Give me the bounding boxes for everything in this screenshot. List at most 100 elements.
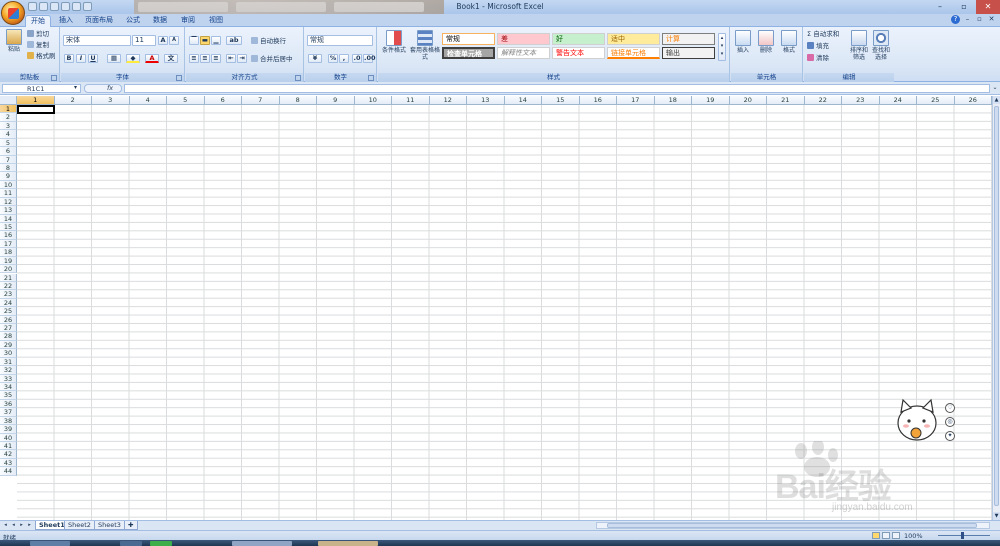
style-warning[interactable]: 警告文本: [552, 47, 605, 59]
row-header[interactable]: 6: [0, 147, 17, 156]
column-header[interactable]: 10: [354, 96, 392, 105]
align-right-button[interactable]: ≡: [211, 54, 221, 63]
row-header[interactable]: 36: [0, 399, 17, 409]
column-header[interactable]: 5: [167, 96, 205, 105]
italic-button[interactable]: I: [76, 54, 86, 63]
column-header[interactable]: 11: [392, 96, 430, 105]
column-header[interactable]: 24: [879, 96, 917, 105]
column-header[interactable]: 15: [542, 96, 580, 105]
row-header[interactable]: 39: [0, 425, 17, 434]
ribbon-minimize-icon[interactable]: –: [963, 15, 972, 24]
last-sheet-icon[interactable]: ▸: [26, 522, 33, 529]
column-header[interactable]: 23: [842, 96, 880, 105]
sticker-chat-icon[interactable]: ◎: [945, 417, 955, 427]
name-box[interactable]: R1C1: [2, 84, 81, 93]
column-header[interactable]: 26: [954, 96, 992, 105]
style-linked-cell[interactable]: 链接单元格: [607, 47, 660, 59]
phonetic-button[interactable]: 文: [164, 54, 178, 63]
column-header[interactable]: 12: [429, 96, 467, 105]
align-center-button[interactable]: ≡: [200, 54, 210, 63]
column-header[interactable]: 22: [804, 96, 842, 105]
fill-button[interactable]: 填充: [807, 42, 829, 51]
currency-button[interactable]: ¥: [308, 54, 322, 63]
name-box-dropdown-icon[interactable]: ▾: [74, 84, 77, 92]
row-header[interactable]: 29: [0, 340, 17, 350]
conditional-format-button[interactable]: 条件格式: [379, 30, 409, 54]
font-name-select[interactable]: 宋体: [63, 35, 131, 46]
insert-sheet-button[interactable]: ✚: [124, 521, 138, 530]
tab-page-layout[interactable]: 页面布局: [80, 15, 118, 27]
paste-button[interactable]: 粘贴: [2, 29, 26, 53]
tab-data[interactable]: 数据: [148, 15, 172, 27]
sheet-tab-3[interactable]: Sheet3: [94, 521, 125, 530]
align-left-button[interactable]: ≡: [189, 54, 199, 63]
styles-more-button[interactable]: ▴ ▾ ▾: [718, 33, 726, 61]
tab-formulas[interactable]: 公式: [121, 15, 145, 27]
row-header[interactable]: 27: [0, 324, 17, 333]
row-header[interactable]: 11: [0, 189, 17, 198]
comma-button[interactable]: ,: [339, 54, 349, 63]
column-header[interactable]: 19: [692, 96, 730, 105]
help-icon[interactable]: ?: [951, 15, 960, 24]
column-header[interactable]: 21: [767, 96, 805, 105]
ribbon-restore-icon[interactable]: ▫: [975, 15, 984, 24]
style-good[interactable]: 好: [552, 33, 605, 45]
column-header[interactable]: 9: [317, 96, 355, 105]
border-button[interactable]: ▦: [107, 54, 121, 63]
style-normal[interactable]: 常规: [442, 33, 495, 45]
horizontal-scrollbar[interactable]: [596, 522, 990, 529]
row-header[interactable]: 40: [0, 433, 17, 442]
column-header[interactable]: 7: [242, 96, 280, 105]
row-header[interactable]: 12: [0, 197, 17, 207]
column-header[interactable]: 1: [17, 96, 55, 105]
underline-button[interactable]: U: [88, 54, 98, 63]
decrease-decimal-button[interactable]: .00: [363, 54, 376, 63]
tab-view[interactable]: 视图: [204, 15, 228, 27]
select-all-corner[interactable]: [0, 96, 17, 105]
sort-filter-button[interactable]: 排序和筛选: [848, 30, 870, 61]
wrap-text-button[interactable]: 自动换行: [251, 37, 286, 46]
row-header[interactable]: 20: [0, 265, 17, 274]
sticker-share-icon[interactable]: ✦: [945, 431, 955, 441]
column-header[interactable]: 6: [204, 96, 242, 105]
row-header[interactable]: 19: [0, 256, 17, 266]
row-header[interactable]: 5: [0, 138, 17, 148]
increase-indent-button[interactable]: ⇥: [237, 54, 247, 63]
row-header[interactable]: 32: [0, 366, 17, 375]
tab-insert[interactable]: 插入: [54, 15, 78, 27]
row-header[interactable]: 9: [0, 172, 17, 181]
delete-cells-button[interactable]: 删除: [754, 30, 778, 54]
column-header[interactable]: 4: [129, 96, 167, 105]
row-header[interactable]: 22: [0, 281, 17, 291]
maximize-icon[interactable]: ▫: [952, 0, 976, 14]
cut-button[interactable]: 剪切: [27, 30, 49, 39]
column-header[interactable]: 16: [579, 96, 617, 105]
align-bottom-button[interactable]: ▁: [211, 36, 221, 45]
zoom-level[interactable]: 100%: [904, 532, 923, 540]
formula-input[interactable]: [124, 84, 990, 93]
row-header[interactable]: 28: [0, 332, 17, 341]
row-header[interactable]: 21: [0, 273, 17, 282]
find-select-button[interactable]: 查找和选择: [870, 30, 892, 61]
workbook-close-icon[interactable]: ✕: [987, 15, 996, 24]
shrink-font-button[interactable]: A: [169, 36, 179, 45]
number-format-select[interactable]: 常规: [307, 35, 373, 46]
style-explanatory[interactable]: 解释性文本: [497, 47, 550, 59]
row-header[interactable]: 17: [0, 239, 17, 249]
fill-color-button[interactable]: ◆: [126, 54, 140, 63]
clear-button[interactable]: 清除: [807, 54, 829, 63]
sheet-tab-2[interactable]: Sheet2: [64, 521, 95, 530]
row-header[interactable]: 38: [0, 416, 17, 426]
first-sheet-icon[interactable]: ◂: [2, 522, 9, 529]
row-header[interactable]: 10: [0, 180, 17, 190]
row-header[interactable]: 30: [0, 349, 17, 358]
row-header[interactable]: 25: [0, 307, 17, 316]
font-launcher-icon[interactable]: [176, 75, 182, 81]
row-header[interactable]: 34: [0, 383, 17, 392]
autosum-button[interactable]: Σ 自动求和: [807, 30, 839, 39]
row-header[interactable]: 8: [0, 163, 17, 173]
zoom-slider[interactable]: [938, 535, 990, 536]
row-header[interactable]: 37: [0, 408, 17, 417]
copy-button[interactable]: 复制: [27, 41, 49, 50]
scroll-up-icon[interactable]: ▲: [993, 96, 1000, 104]
